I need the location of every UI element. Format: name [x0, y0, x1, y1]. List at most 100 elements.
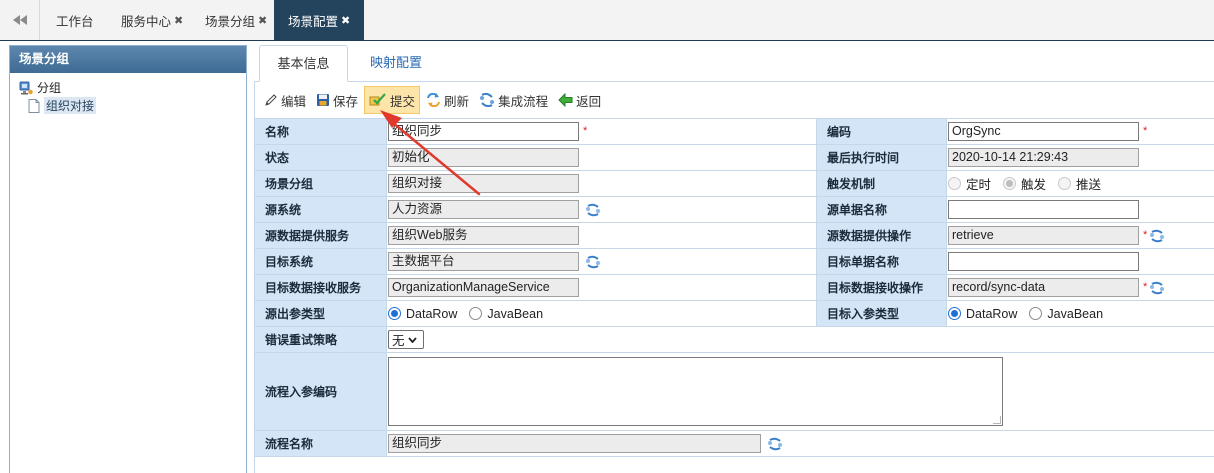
computer-icon [19, 81, 33, 95]
flow-name-field: 组织同步 [388, 434, 761, 453]
lookup-icon[interactable] [585, 255, 601, 269]
radio-dot [388, 307, 401, 320]
in-param-radio-javabean[interactable]: JavaBean [1029, 307, 1103, 321]
refresh-button[interactable]: 刷新 [422, 86, 473, 114]
tree-node-org-integration[interactable]: 组织对接 [28, 97, 97, 114]
back-button[interactable]: 返回 [554, 86, 605, 114]
toolbar: 编辑 保存 提交 刷新 集成流程 返回 [255, 86, 1214, 114]
out-param-radio-javabean[interactable]: JavaBean [469, 307, 543, 321]
target-service-label: 目标数据接收服务 [255, 275, 387, 300]
radio-label: JavaBean [1047, 306, 1104, 321]
back-label: 返回 [576, 94, 602, 109]
trigger-radio-event[interactable]: 触发 [1003, 174, 1046, 193]
in-param-radio-group: DataRow JavaBean [948, 307, 1115, 321]
edit-button[interactable]: 编辑 [260, 86, 310, 114]
radio-dot [1058, 177, 1072, 190]
target-op-label: 目标数据接收操作 [816, 275, 947, 300]
name-field[interactable]: 组织同步 [388, 122, 579, 141]
form-row: 源系统 人力资源 源单据名称 [255, 197, 1214, 223]
flow-param-textarea[interactable] [388, 357, 1003, 426]
scene-group-panel: 场景分组 分组 组织对接 [9, 45, 247, 473]
radio-dot [469, 307, 483, 320]
in-param-cell: DataRow JavaBean [947, 301, 1214, 326]
target-doc-cell [947, 249, 1214, 274]
out-param-label: 源出参类型 [255, 301, 387, 326]
retry-select[interactable]: 无 [388, 330, 424, 349]
flow-param-cell [387, 353, 1214, 430]
trigger-radio-push[interactable]: 推送 [1058, 174, 1101, 193]
required-mark: * [583, 125, 588, 137]
top-tab-bar: 工作台 服务中心 ✖ 场景分组 ✖ 场景配置 ✖ [0, 0, 1214, 41]
resize-grip-icon[interactable] [993, 416, 1001, 424]
form-row: 状态 初始化 最后执行时间 2020-10-14 21:29:43 [255, 145, 1214, 171]
target-system-cell: 主数据平台 [387, 249, 816, 274]
radio-label: DataRow [966, 306, 1018, 321]
tab-label: 场景配置 [288, 14, 339, 29]
code-label: 编码 [816, 119, 947, 144]
tab-mapping-config[interactable]: 映射配置 [366, 45, 426, 82]
lookup-icon[interactable] [767, 437, 783, 451]
tree-node-root[interactable]: 分组 [19, 79, 61, 96]
source-doc-label: 源单据名称 [816, 197, 947, 222]
out-param-radio-datarow[interactable]: DataRow [388, 307, 457, 321]
radio-dot [948, 307, 961, 320]
tab-label: 工作台 [56, 14, 94, 29]
submit-label: 提交 [390, 94, 416, 109]
radio-label: 触发 [1021, 178, 1047, 192]
source-system-cell: 人力资源 [387, 197, 816, 222]
status-label: 状态 [255, 145, 387, 170]
source-doc-field[interactable] [948, 200, 1139, 219]
radio-dot [1029, 307, 1043, 320]
integration-flow-label: 集成流程 [498, 94, 549, 109]
retry-value: 无 [392, 334, 405, 348]
code-cell: OrgSync * [947, 119, 1214, 144]
submit-button[interactable]: 提交 [364, 86, 421, 114]
close-icon[interactable]: ✖ [341, 14, 350, 27]
source-service-cell: 组织Web服务 [387, 223, 816, 248]
form-row: 目标系统 主数据平台 目标单据名称 [255, 249, 1214, 275]
name-label: 名称 [255, 119, 387, 144]
required-mark: * [1143, 229, 1148, 241]
tab-basic-info[interactable]: 基本信息 [259, 45, 348, 82]
flow-name-label: 流程名称 [255, 431, 387, 456]
tab-workbench[interactable]: 工作台 [56, 0, 94, 40]
pencil-icon [265, 94, 277, 106]
out-param-cell: DataRow JavaBean [387, 301, 816, 326]
lookup-icon[interactable] [1149, 229, 1165, 243]
tab-scene-group[interactable]: 场景分组 ✖ [205, 0, 267, 40]
required-mark: * [1143, 125, 1148, 137]
group-field: 组织对接 [388, 174, 579, 193]
form-row: 源出参类型 DataRow JavaBean 目标入参类型 DataRow Ja… [255, 301, 1214, 327]
document-icon [28, 98, 40, 113]
status-field: 初始化 [388, 148, 579, 167]
lookup-icon[interactable] [585, 203, 601, 217]
source-service-label: 源数据提供服务 [255, 223, 387, 248]
integration-flow-button[interactable]: 集成流程 [475, 86, 552, 114]
last-exec-cell: 2020-10-14 21:29:43 [947, 145, 1214, 170]
source-op-field: retrieve [948, 226, 1139, 245]
trigger-radio-timed[interactable]: 定时 [948, 174, 991, 193]
lookup-icon[interactable] [1149, 281, 1165, 295]
radio-label: 推送 [1076, 178, 1102, 192]
code-field[interactable]: OrgSync [948, 122, 1139, 141]
edit-label: 编辑 [281, 94, 307, 109]
flow-name-cell: 组织同步 [387, 431, 1214, 456]
form-row: 目标数据接收服务 OrganizationManageService 目标数据接… [255, 275, 1214, 301]
trigger-label: 触发机制 [816, 171, 947, 196]
scroll-tabs-left-icon[interactable] [0, 0, 40, 40]
radio-label: DataRow [406, 306, 458, 321]
last-exec-label: 最后执行时间 [816, 145, 947, 170]
name-cell: 组织同步 * [387, 119, 816, 144]
tab-service-center[interactable]: 服务中心 ✖ [121, 0, 183, 40]
source-doc-cell [947, 197, 1214, 222]
close-icon[interactable]: ✖ [258, 14, 267, 27]
out-param-radio-group: DataRow JavaBean [388, 307, 555, 321]
close-icon[interactable]: ✖ [174, 14, 183, 27]
target-doc-field[interactable] [948, 252, 1139, 271]
save-button[interactable]: 保存 [312, 86, 362, 114]
retry-cell: 无 [387, 327, 1214, 352]
back-arrow-icon [558, 93, 573, 107]
source-service-field: 组织Web服务 [388, 226, 579, 245]
in-param-radio-datarow[interactable]: DataRow [948, 307, 1017, 321]
tab-scene-config[interactable]: 场景配置 ✖ [274, 0, 365, 40]
